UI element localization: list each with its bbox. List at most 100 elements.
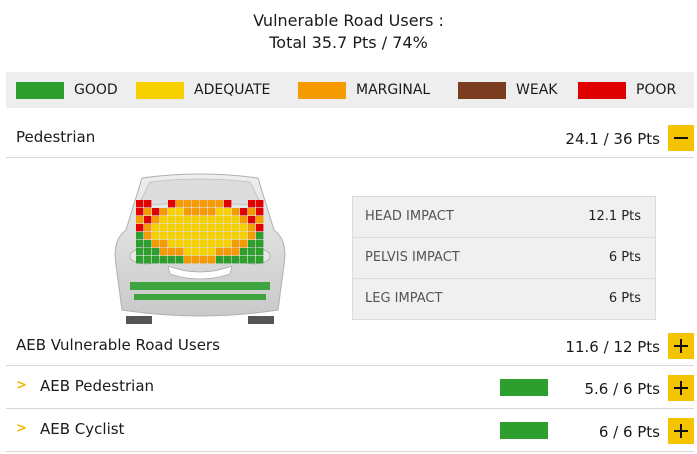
impact-value-head: 12.1 Pts bbox=[588, 209, 641, 224]
aeb-pedestrian-label: AEB Pedestrian bbox=[40, 377, 155, 395]
grid-cell bbox=[184, 224, 192, 232]
grid-cell bbox=[152, 216, 160, 224]
left-wheel bbox=[126, 316, 152, 324]
grid-cell bbox=[184, 240, 192, 248]
impact-name-head: HEAD IMPACT bbox=[365, 209, 454, 224]
grid-cell bbox=[232, 232, 240, 240]
grid-cell bbox=[224, 216, 232, 224]
grid-cell bbox=[232, 216, 240, 224]
right-wheel bbox=[248, 316, 274, 324]
grid-cell bbox=[208, 216, 216, 224]
aeb-score: 11.6 / 12 Pts bbox=[565, 338, 660, 356]
grid-cell bbox=[256, 248, 264, 256]
aeb-expand-button[interactable] bbox=[668, 333, 694, 359]
grid-cell bbox=[224, 232, 232, 240]
legend-label-poor: POOR bbox=[636, 82, 677, 98]
legend-label-weak: WEAK bbox=[516, 82, 558, 98]
pedestrian-collapse-button[interactable] bbox=[668, 125, 694, 151]
grid-cell bbox=[208, 200, 216, 208]
grid-cell bbox=[248, 240, 256, 248]
grid-cell bbox=[144, 200, 152, 208]
car-impact-grid bbox=[114, 173, 286, 324]
aeb-cyclist-score: 6 / 6 Pts bbox=[598, 423, 660, 441]
grid-cell bbox=[224, 200, 232, 208]
plus-icon-v bbox=[680, 381, 682, 395]
grid-cell bbox=[192, 224, 200, 232]
grid-cell bbox=[152, 240, 160, 248]
aeb-pedestrian-expand-button[interactable] bbox=[668, 375, 694, 401]
grid-cell bbox=[168, 256, 176, 264]
grid-cell bbox=[216, 232, 224, 240]
grid-cell bbox=[232, 256, 240, 264]
aeb-cyclist-label: AEB Cyclist bbox=[40, 420, 125, 438]
grid-cell bbox=[224, 224, 232, 232]
grid-cell bbox=[192, 232, 200, 240]
grid-cell bbox=[200, 216, 208, 224]
grid-cell bbox=[216, 216, 224, 224]
grid-cell bbox=[248, 200, 256, 208]
grid-cell bbox=[176, 200, 184, 208]
grid-cell bbox=[216, 224, 224, 232]
grid-cell bbox=[232, 208, 240, 216]
impact-row-pelvis: PELVIS IMPACT 6 Pts bbox=[353, 238, 655, 279]
grid-cell bbox=[200, 224, 208, 232]
grid-cell bbox=[168, 208, 176, 216]
grid-cell bbox=[216, 240, 224, 248]
grid-cell bbox=[176, 256, 184, 264]
legend-label-marginal: MARGINAL bbox=[356, 82, 431, 98]
grid-cell bbox=[160, 240, 168, 248]
aeb-cyclist-rating-bar bbox=[500, 422, 548, 439]
grid-cell bbox=[152, 224, 160, 232]
impact-value-leg: 6 Pts bbox=[608, 291, 641, 306]
grid-cell bbox=[168, 216, 176, 224]
grid-cell bbox=[208, 248, 216, 256]
grid-cell bbox=[200, 248, 208, 256]
grid-cell bbox=[200, 200, 208, 208]
legend-item-marginal: MARGINAL bbox=[298, 72, 430, 108]
grid-cell bbox=[192, 240, 200, 248]
minus-icon bbox=[674, 137, 688, 139]
legend-swatch-good bbox=[16, 81, 64, 99]
grid-cell bbox=[152, 232, 160, 240]
grid-cell bbox=[248, 248, 256, 256]
impact-row-head: HEAD IMPACT 12.1 Pts bbox=[353, 197, 655, 238]
grid-cell bbox=[184, 232, 192, 240]
grid-cell bbox=[224, 248, 232, 256]
grid-cell bbox=[152, 208, 160, 216]
aeb-cyclist-row[interactable]: > AEB Cyclist 6 / 6 Pts bbox=[6, 410, 694, 452]
grid-cell bbox=[248, 232, 256, 240]
legend-item-adequate: ADEQUATE bbox=[136, 72, 270, 108]
aeb-pedestrian-row[interactable]: > AEB Pedestrian 5.6 / 6 Pts bbox=[6, 367, 694, 409]
grid-cell bbox=[160, 248, 168, 256]
aeb-row[interactable]: AEB Vulnerable Road Users 11.6 / 12 Pts bbox=[6, 326, 694, 366]
legend-swatch-adequate bbox=[136, 81, 184, 99]
grid-cell bbox=[160, 224, 168, 232]
chevron-right-icon: > bbox=[16, 421, 27, 436]
grid-cell bbox=[176, 232, 184, 240]
impact-table: HEAD IMPACT 12.1 Pts PELVIS IMPACT 6 Pts… bbox=[352, 196, 656, 320]
chevron-right-icon: > bbox=[16, 378, 27, 393]
grid-cell bbox=[192, 200, 200, 208]
grid-cell bbox=[176, 224, 184, 232]
legend-label-good: GOOD bbox=[74, 82, 118, 98]
grid-cell bbox=[136, 248, 144, 256]
grid-cell bbox=[184, 248, 192, 256]
grid-cell bbox=[168, 200, 176, 208]
grid-cell bbox=[256, 232, 264, 240]
grid-cell bbox=[224, 240, 232, 248]
legend-label-adequate: ADEQUATE bbox=[194, 82, 271, 98]
aeb-cyclist-expand-button[interactable] bbox=[668, 418, 694, 444]
grid-cell bbox=[168, 248, 176, 256]
grid-cell bbox=[216, 208, 224, 216]
grid-cell bbox=[152, 248, 160, 256]
grid-cell bbox=[256, 240, 264, 248]
grid-cell bbox=[240, 232, 248, 240]
aeb-pedestrian-rating-bar bbox=[500, 379, 548, 396]
grid-cell bbox=[184, 216, 192, 224]
grid-cell bbox=[224, 208, 232, 216]
grid-cell bbox=[192, 256, 200, 264]
grid-cell bbox=[208, 224, 216, 232]
grid-cell bbox=[256, 224, 264, 232]
grid-cell bbox=[136, 232, 144, 240]
pedestrian-row[interactable]: Pedestrian 24.1 / 36 Pts bbox=[6, 118, 694, 158]
